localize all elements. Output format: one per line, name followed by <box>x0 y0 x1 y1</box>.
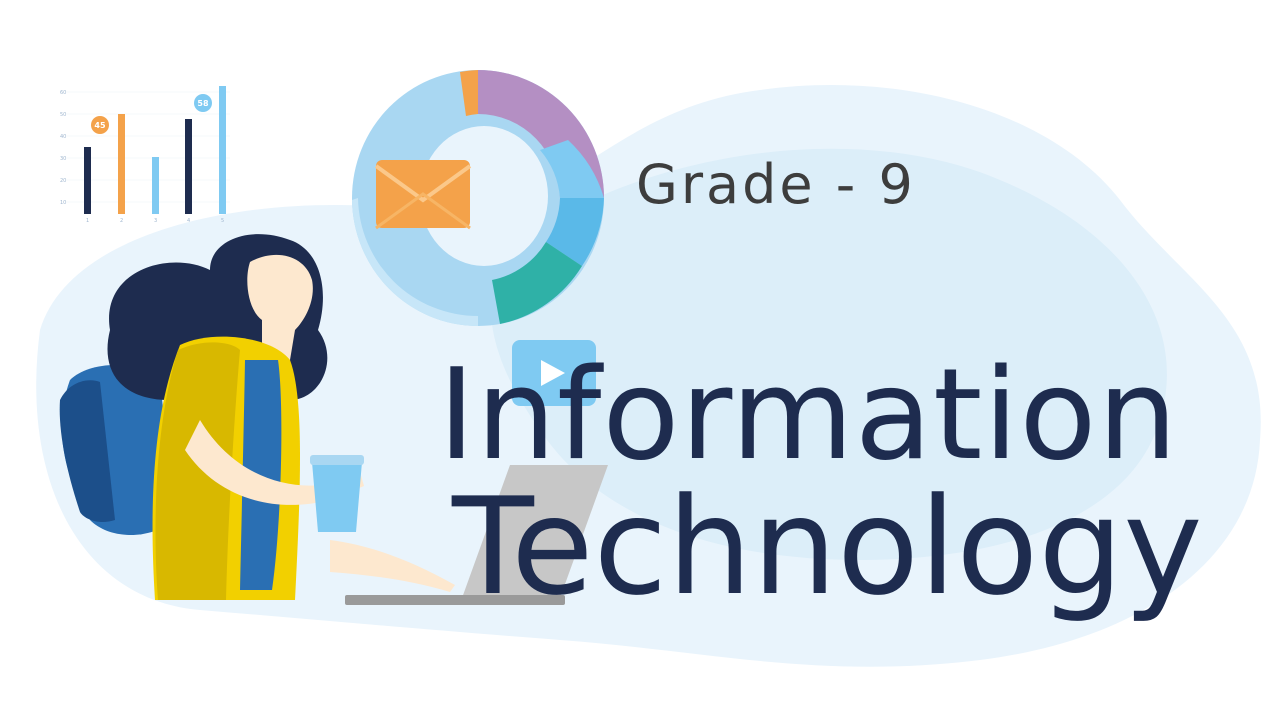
mini-bar <box>152 157 159 214</box>
x-label: 1 <box>86 218 89 224</box>
slide: 60 50 40 30 20 10 1 2 3 4 5 45 58 Grade … <box>0 0 1273 715</box>
mini-bar-chart: 60 50 40 30 20 10 1 2 3 4 5 45 58 <box>60 86 230 224</box>
title-line-2: Technology <box>452 469 1203 625</box>
x-label: 5 <box>221 218 224 224</box>
x-label: 2 <box>120 218 123 224</box>
value-bubble-label: 45 <box>94 121 106 130</box>
tick-label: 50 <box>60 112 66 118</box>
value-bubble-label: 58 <box>197 99 209 108</box>
grade-label: Grade - 9 <box>636 153 916 216</box>
tick-label: 30 <box>60 156 66 162</box>
mini-bar <box>118 114 125 214</box>
x-label: 4 <box>187 218 190 224</box>
tick-label: 60 <box>60 90 66 96</box>
title-line-1: Information <box>438 341 1179 488</box>
mini-bar <box>185 119 192 214</box>
mini-bar <box>84 147 91 214</box>
x-label: 3 <box>154 218 157 224</box>
tick-label: 10 <box>60 200 66 206</box>
tick-label: 40 <box>60 134 66 140</box>
tick-label: 20 <box>60 178 66 184</box>
envelope-icon <box>374 160 472 230</box>
coffee-cup-icon <box>310 455 364 532</box>
mini-bar <box>219 86 226 214</box>
